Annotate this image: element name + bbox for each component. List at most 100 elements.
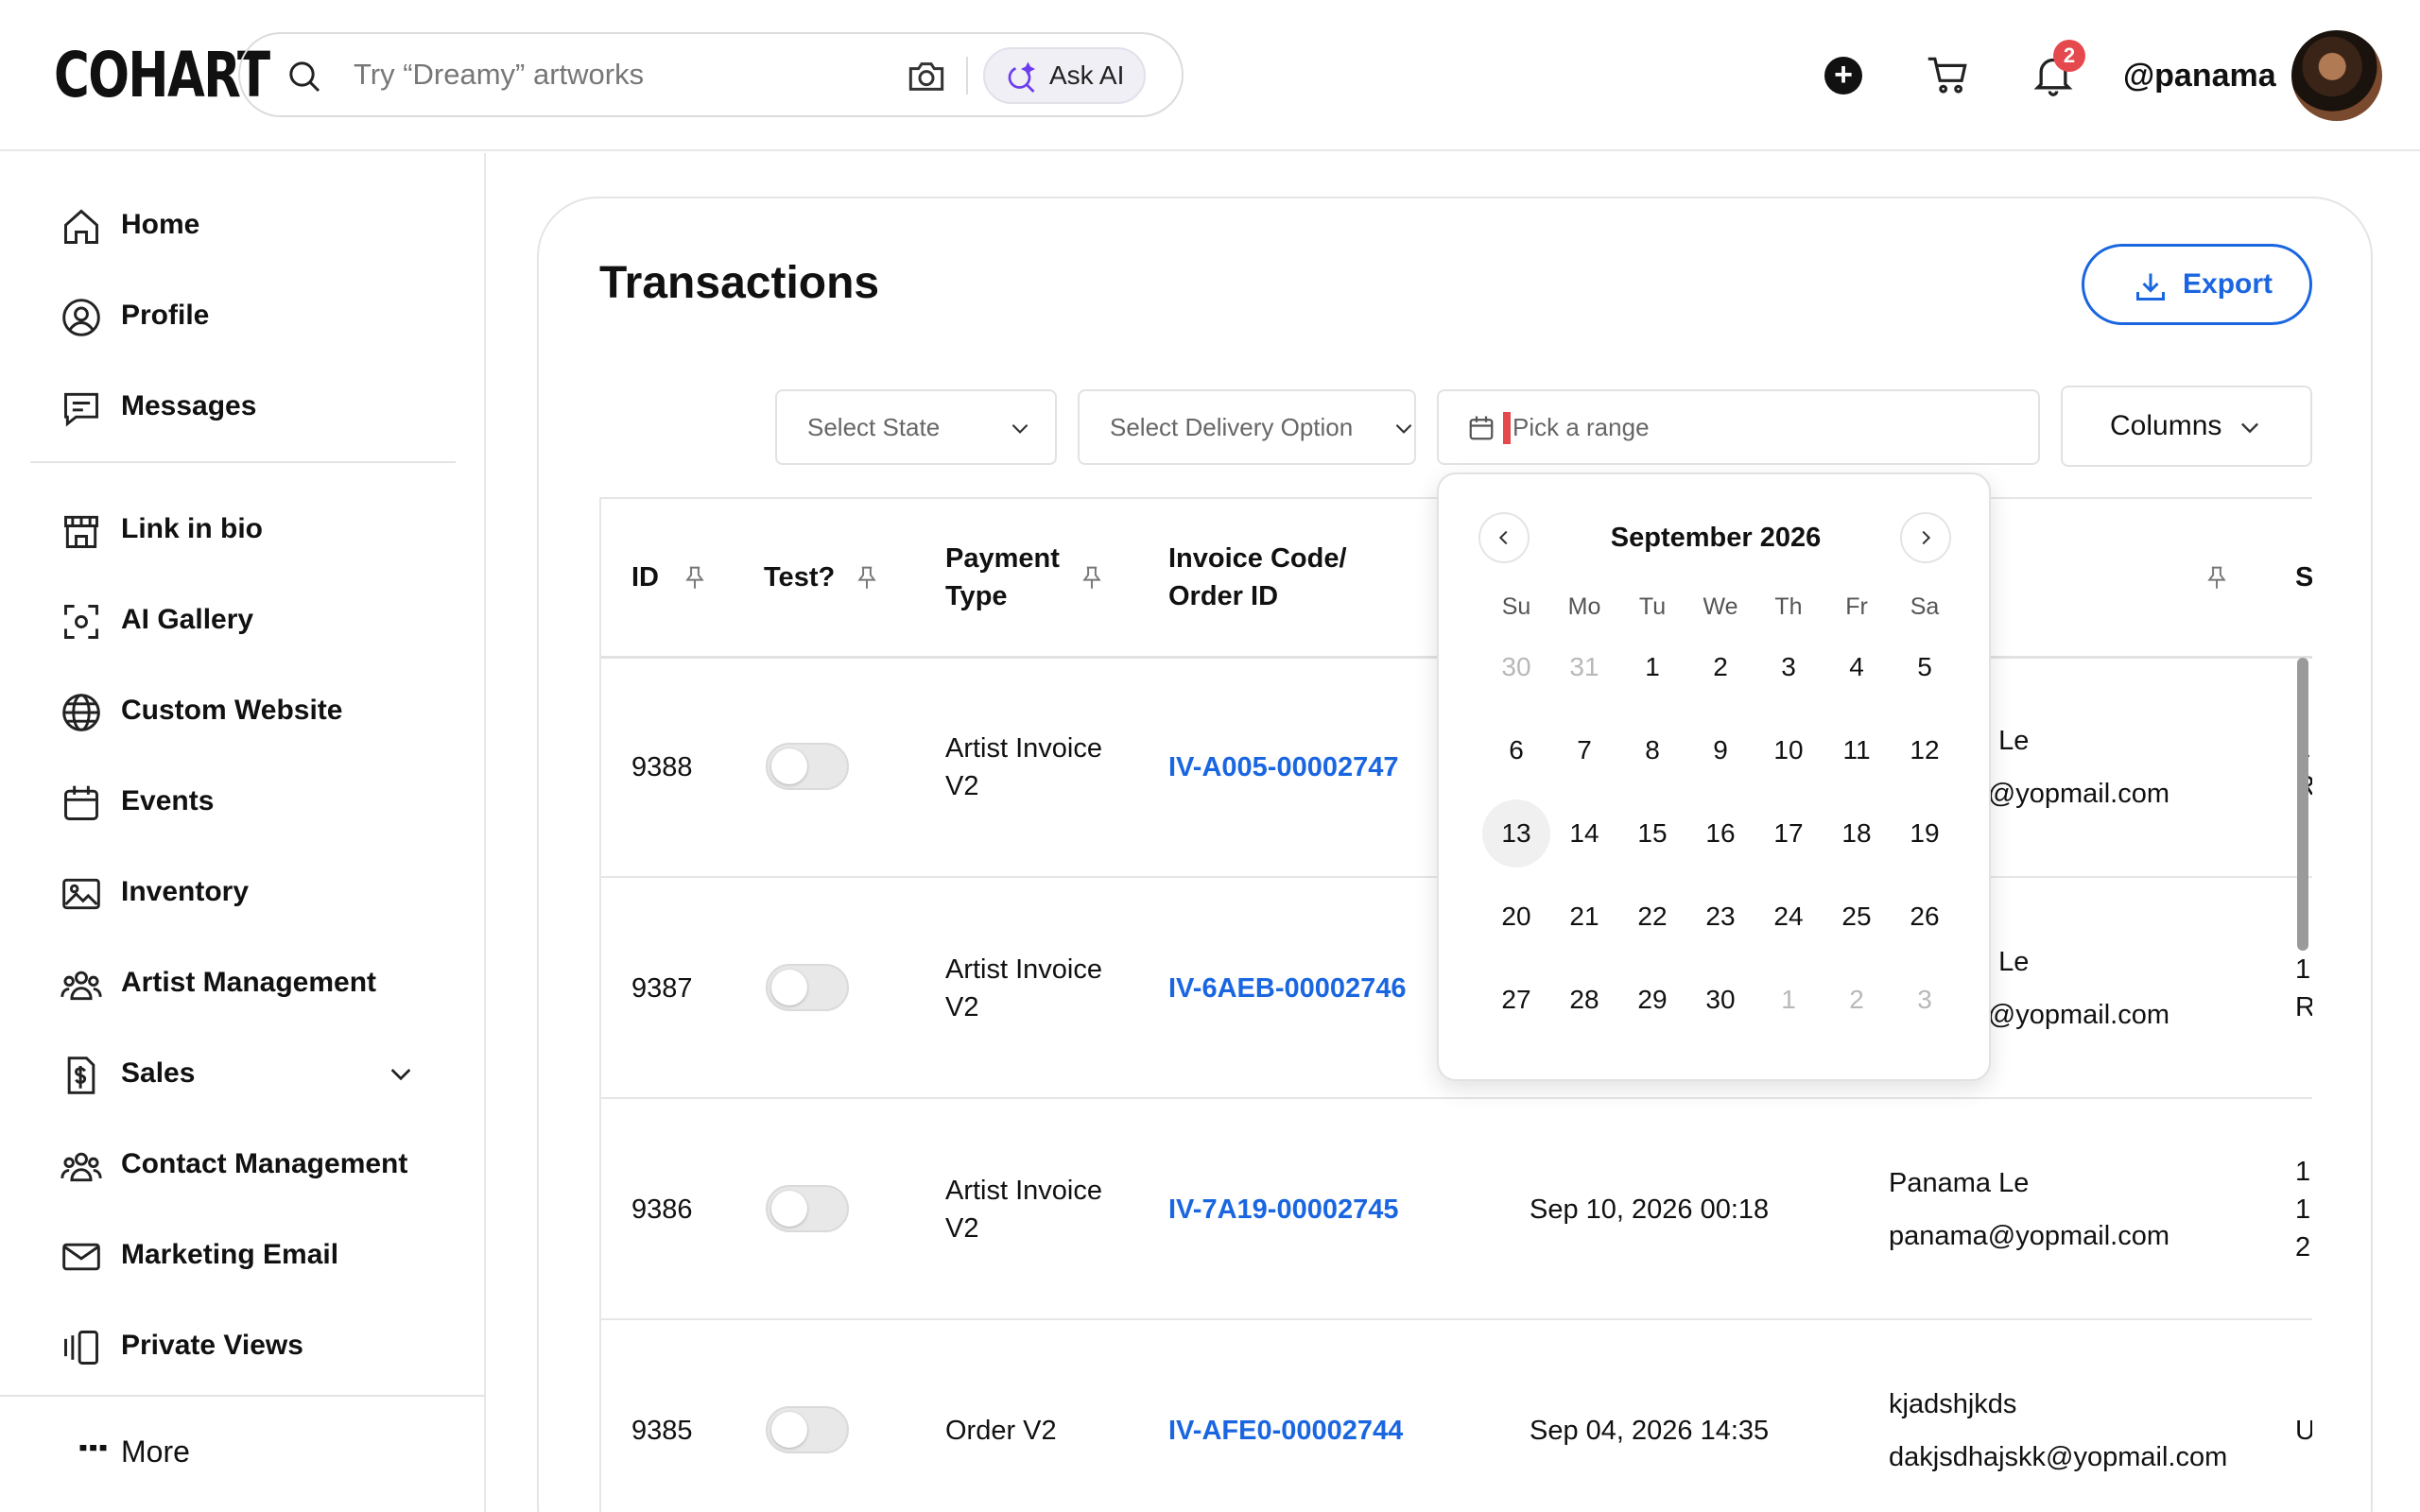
weekday-label: Su [1501, 593, 1531, 620]
sidebar-item-sales[interactable]: Sales [60, 1045, 458, 1102]
calendar-day[interactable]: 2 [1686, 633, 1754, 701]
sidebar-item-private-views[interactable]: Private Views [60, 1317, 458, 1374]
row-status-l2: 1: [2295, 1194, 2312, 1225]
invoice-link[interactable]: IV-6AEB-00002746 [1168, 970, 1407, 1007]
search-bar[interactable]: Try “Dreamy” artworks Ask AI [238, 32, 1184, 117]
table-scrollbar[interactable] [2297, 658, 2308, 951]
calendar-day-outside[interactable]: 1 [1754, 966, 1823, 1034]
search-divider [966, 57, 968, 94]
calendar-day-outside[interactable]: 30 [1482, 633, 1550, 701]
calendar-day[interactable]: 28 [1550, 966, 1618, 1034]
sidebar-item-label: Events [121, 785, 215, 816]
calendar-day[interactable]: 13 [1482, 799, 1550, 868]
row-status-l1: U [2295, 1412, 2312, 1450]
views-icon [64, 1331, 98, 1365]
sidebar-item-messages[interactable]: Messages [60, 378, 458, 435]
calendar-day[interactable]: 29 [1618, 966, 1686, 1034]
calendar-day[interactable]: 22 [1618, 883, 1686, 951]
sidebar-item-custom-website[interactable]: Custom Website [60, 682, 458, 739]
calendar-day[interactable]: 12 [1891, 716, 1959, 784]
next-month-button[interactable] [1900, 512, 1951, 563]
select-state-value: Select State [807, 413, 941, 441]
ask-ai-button[interactable]: Ask AI [983, 47, 1146, 104]
calendar-day[interactable]: 24 [1754, 883, 1823, 951]
header-payment-type-l1[interactable]: Payment [945, 540, 1060, 577]
calendar-day[interactable]: 21 [1550, 883, 1618, 951]
sidebar-item-profile[interactable]: Profile [60, 287, 458, 344]
invoice-link[interactable]: IV-AFE0-00002744 [1168, 1412, 1403, 1450]
cart-icon[interactable] [1927, 55, 1970, 96]
header-invoice-l1[interactable]: Invoice Code/ [1168, 540, 1347, 577]
row-payment-type-l2: V2 [945, 771, 979, 801]
columns-dropdown[interactable]: Columns [2061, 386, 2312, 467]
add-button[interactable]: + [1824, 57, 1862, 94]
pin-icon[interactable] [684, 565, 705, 590]
sidebar-item-marketing-email[interactable]: Marketing Email [60, 1227, 458, 1283]
calendar-day[interactable]: 7 [1550, 716, 1618, 784]
calendar-day-outside[interactable]: 2 [1823, 966, 1891, 1034]
calendar-day[interactable]: 23 [1686, 883, 1754, 951]
row-payment-type-l1: Artist Invoice [945, 733, 1102, 764]
row-status-l1: 1: [2295, 1157, 2312, 1187]
username[interactable]: @panama [2123, 53, 2276, 98]
sidebar-item-ai-gallery[interactable]: AI Gallery [60, 592, 458, 648]
pin-icon[interactable] [1081, 565, 1102, 590]
sidebar-more-button[interactable]: ⋮ More [60, 1423, 344, 1480]
sidebar-item-events[interactable]: Events [60, 773, 458, 830]
sidebar-item-link-in-bio[interactable]: Link in bio [60, 501, 458, 558]
date-range-input[interactable]: Pick a range [1437, 389, 2040, 465]
calendar-day[interactable]: 25 [1823, 883, 1891, 951]
calendar-day[interactable]: 14 [1550, 799, 1618, 868]
header-invoice-l2[interactable]: Order ID [1168, 577, 1278, 615]
calendar-day[interactable]: 20 [1482, 883, 1550, 951]
calendar-day[interactable]: 4 [1823, 633, 1891, 701]
sidebar-item-artist-management[interactable]: Artist Management [60, 954, 458, 1011]
test-toggle[interactable] [766, 743, 849, 790]
sidebar-item-home[interactable]: Home [60, 197, 458, 253]
test-toggle[interactable] [766, 1185, 849, 1232]
calendar-day[interactable]: 26 [1891, 883, 1959, 951]
text-caret [1503, 412, 1511, 444]
sidebar-item-label: Artist Management [121, 967, 377, 998]
calendar-day[interactable]: 19 [1891, 799, 1959, 868]
header-status-partial[interactable]: S [2295, 558, 2312, 596]
chevron-down-icon [1011, 423, 1028, 434]
calendar-day[interactable]: 9 [1686, 716, 1754, 784]
header-id[interactable]: ID [631, 558, 659, 596]
calendar-day[interactable]: 8 [1618, 716, 1686, 784]
calendar-day[interactable]: 1 [1618, 633, 1686, 701]
calendar-day[interactable]: 27 [1482, 966, 1550, 1034]
pin-icon[interactable] [856, 565, 877, 590]
select-delivery-value: Select Delivery Option [1110, 413, 1354, 441]
sidebar-item-inventory[interactable]: Inventory [60, 864, 458, 920]
calendar-day[interactable]: 16 [1686, 799, 1754, 868]
calendar-day[interactable]: 5 [1891, 633, 1959, 701]
search-input[interactable]: Try “Dreamy” artworks [354, 34, 644, 115]
test-toggle[interactable] [766, 964, 849, 1011]
sidebar-item-contact-management[interactable]: Contact Management [60, 1136, 458, 1193]
invoice-link[interactable]: IV-7A19-00002745 [1168, 1191, 1398, 1228]
invoice-link[interactable]: IV-A005-00002747 [1168, 748, 1398, 786]
avatar[interactable] [2291, 30, 2382, 121]
calendar-day[interactable]: 10 [1754, 716, 1823, 784]
calendar-day[interactable]: 17 [1754, 799, 1823, 868]
date-picker-popover: September 2026 Su Mo Tu We Th Fr Sa 30 31 1 2 3 4 5 6 7… [1437, 472, 1991, 1081]
header-payment-type-l2[interactable]: Type [945, 577, 1008, 615]
calendar-day[interactable]: 18 [1823, 799, 1891, 868]
calendar-day-outside[interactable]: 3 [1891, 966, 1959, 1034]
camera-icon[interactable] [906, 58, 947, 95]
calendar-day[interactable]: 3 [1754, 633, 1823, 701]
export-button[interactable]: Export [2082, 244, 2312, 325]
header-test[interactable]: Test? [764, 558, 835, 596]
select-delivery-dropdown[interactable]: Select Delivery Option [1078, 389, 1416, 465]
calendar-day-outside[interactable]: 31 [1550, 633, 1618, 701]
cohart-logo[interactable]: COHART [54, 42, 270, 110]
calendar-day[interactable]: 6 [1482, 716, 1550, 784]
pin-icon[interactable] [2206, 565, 2227, 590]
calendar-day[interactable]: 11 [1823, 716, 1891, 784]
chevron-down-icon[interactable] [386, 1058, 416, 1089]
calendar-day[interactable]: 15 [1618, 799, 1686, 868]
calendar-day[interactable]: 30 [1686, 966, 1754, 1034]
test-toggle[interactable] [766, 1406, 849, 1453]
select-state-dropdown[interactable]: Select State [775, 389, 1057, 465]
